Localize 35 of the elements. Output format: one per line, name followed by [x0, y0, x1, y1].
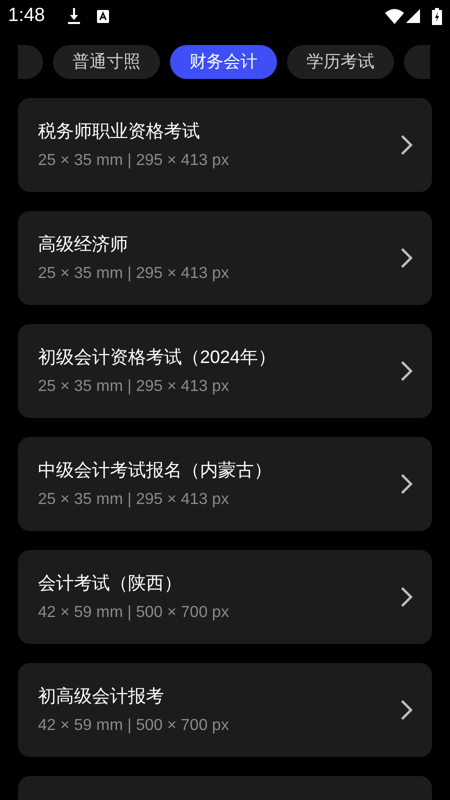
tab[interactable] — [404, 45, 430, 79]
card-size: 42 × 59 mm | 500 × 700 px — [38, 716, 230, 736]
size-card[interactable]: 税务师职业资格考试 25 × 35 mm | 295 × 413 px — [18, 98, 432, 192]
card-title: 初高级会计报考 — [38, 684, 165, 708]
card-title: 初级会计资格考试（2024年） — [38, 346, 278, 368]
chevron-right-icon — [400, 247, 414, 269]
card-size: 25 × 35 mm | 295 × 413 px — [38, 490, 230, 510]
chevron-right-icon — [400, 473, 414, 495]
card-size: 25 × 35 mm | 295 × 413 px — [38, 376, 230, 396]
card-title: 高级经济师 — [38, 232, 129, 256]
chevron-right-icon — [400, 360, 414, 382]
chevron-right-icon — [400, 699, 414, 721]
card-title: 中级会计考试报名（内蒙古） — [38, 458, 273, 482]
card-size: 42 × 59 mm | 500 × 700 px — [38, 602, 230, 622]
card-title: 税务师职业资格考试 — [38, 120, 201, 142]
card-size: 25 × 35 mm | 295 × 413 px — [38, 150, 230, 170]
signal-icon — [406, 9, 420, 23]
wifi-icon — [385, 8, 404, 24]
download-icon — [66, 8, 81, 24]
size-card[interactable]: 中级会计考试报名（内蒙古） 25 × 35 mm | 295 × 413 px — [18, 437, 432, 531]
tab[interactable] — [18, 45, 43, 79]
card-size: 25 × 35 mm | 295 × 413 px — [38, 264, 230, 284]
size-card[interactable]: 初高级会计报考 42 × 59 mm | 500 × 700 px — [18, 663, 432, 757]
category-tab[interactable]: 财务会计 — [170, 45, 277, 79]
app-notification-icon — [96, 10, 109, 22]
size-card[interactable]: 初级会计资格考试（2024年） 25 × 35 mm | 295 × 413 px — [18, 324, 432, 418]
chevron-right-icon — [400, 134, 414, 156]
chevron-right-icon — [400, 586, 414, 608]
category-tab[interactable]: 普通寸照 — [53, 45, 160, 79]
status-time: 1:48 — [8, 4, 45, 28]
size-card[interactable]: 高级经济师 25 × 35 mm | 295 × 413 px — [18, 211, 432, 305]
size-card[interactable]: 会计考试（陕西） 42 × 59 mm | 500 × 700 px — [18, 550, 432, 644]
card-title: 会计考试（陕西） — [38, 572, 183, 594]
battery-charging-icon — [432, 8, 442, 24]
category-tab[interactable]: 学历考试 — [287, 45, 394, 79]
